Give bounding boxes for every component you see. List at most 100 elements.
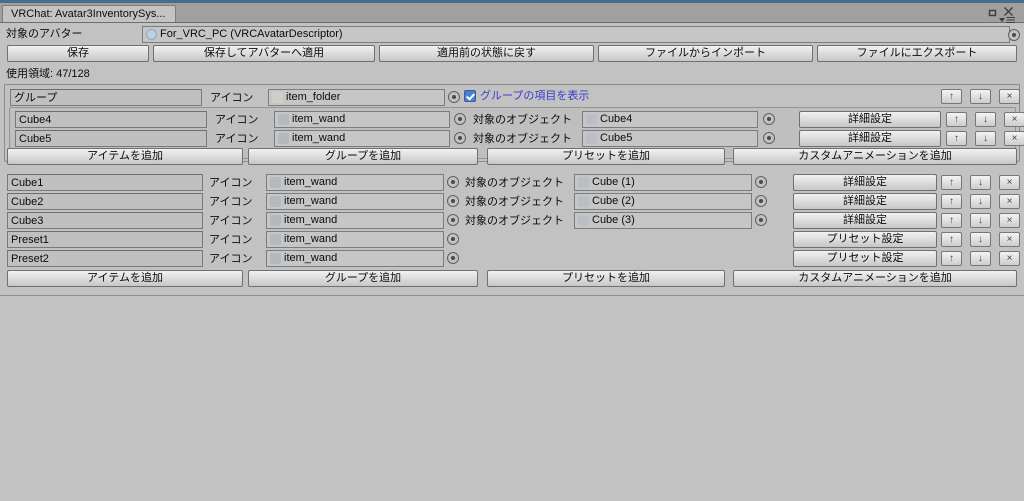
item-icon-label: アイコン bbox=[215, 114, 259, 126]
item-icon-picker[interactable] bbox=[454, 132, 466, 144]
export-to-file-button[interactable]: ファイルにエクスポート bbox=[817, 45, 1017, 62]
row-remove-button[interactable]: × bbox=[999, 194, 1020, 209]
show-group-items-checkbox[interactable] bbox=[464, 90, 476, 102]
item-icon-field[interactable]: item_wand bbox=[274, 130, 450, 147]
group-add-custom-animation-button[interactable]: カスタムアニメーションを追加 bbox=[733, 148, 1017, 165]
group-remove-button[interactable]: × bbox=[999, 89, 1020, 104]
row-move-down-button[interactable]: ↓ bbox=[970, 194, 991, 209]
row-name-field[interactable]: Cube3 bbox=[7, 212, 203, 229]
item-icon-picker[interactable] bbox=[454, 113, 466, 125]
item-remove-button[interactable]: × bbox=[1004, 112, 1024, 127]
row-detail-settings-button[interactable]: 詳細設定 bbox=[793, 193, 937, 210]
item-move-down-button[interactable]: ↓ bbox=[975, 131, 996, 146]
item-name-field[interactable]: Cube5 bbox=[15, 130, 207, 147]
row-move-up-button[interactable]: ↑ bbox=[941, 251, 962, 266]
row-name-field[interactable]: Cube1 bbox=[7, 174, 203, 191]
show-group-items-label: グループの項目を表示 bbox=[480, 90, 590, 102]
root-add-custom-animation-button[interactable]: カスタムアニメーションを追加 bbox=[733, 270, 1017, 287]
wand-sprite-icon bbox=[270, 234, 281, 245]
item-target-picker[interactable] bbox=[763, 132, 775, 144]
item-target-label: 対象のオブジェクト bbox=[473, 133, 572, 145]
import-from-file-button[interactable]: ファイルからインポート bbox=[598, 45, 813, 62]
group-add-group-button[interactable]: グループを追加 bbox=[248, 148, 478, 165]
gameobject-icon bbox=[586, 114, 597, 125]
avatar-object-field[interactable]: For_VRC_PC (VRCAvatarDescriptor) bbox=[142, 26, 1010, 43]
gameobject-icon bbox=[578, 196, 589, 207]
row-move-up-button[interactable]: ↑ bbox=[941, 175, 962, 190]
row-name-field[interactable]: Cube2 bbox=[7, 193, 203, 210]
row-move-up-button[interactable]: ↑ bbox=[941, 232, 962, 247]
row-icon-field[interactable]: item_wand bbox=[266, 250, 444, 267]
item-remove-button[interactable]: × bbox=[1004, 131, 1024, 146]
row-icon-picker[interactable] bbox=[447, 176, 459, 188]
row-remove-button[interactable]: × bbox=[999, 213, 1020, 228]
group-move-up-button[interactable]: ↑ bbox=[941, 89, 962, 104]
avatar-object-picker[interactable] bbox=[1008, 29, 1020, 41]
item-icon-field[interactable]: item_wand bbox=[274, 111, 450, 128]
row-remove-button[interactable]: × bbox=[999, 251, 1020, 266]
group-icon-label: アイコン bbox=[210, 92, 254, 104]
row-icon-label: アイコン bbox=[209, 196, 253, 208]
root-add-group-button[interactable]: グループを追加 bbox=[248, 270, 478, 287]
item-target-picker[interactable] bbox=[763, 113, 775, 125]
row-target-picker[interactable] bbox=[755, 195, 767, 207]
item-target-field[interactable]: Cube5 bbox=[582, 130, 758, 147]
row-icon-field[interactable]: item_wand bbox=[266, 212, 444, 229]
row-detail-settings-button[interactable]: 詳細設定 bbox=[793, 212, 937, 229]
revert-button[interactable]: 適用前の状態に戻す bbox=[379, 45, 594, 62]
group-icon-field[interactable]: item_folder bbox=[268, 89, 445, 106]
row-icon-picker[interactable] bbox=[447, 252, 459, 264]
row-name-field[interactable]: Preset2 bbox=[7, 250, 203, 267]
item-move-up-button[interactable]: ↑ bbox=[946, 112, 967, 127]
row-icon-value: item_wand bbox=[284, 176, 338, 188]
save-button[interactable]: 保存 bbox=[7, 45, 149, 62]
row-target-field[interactable]: Cube (2) bbox=[574, 193, 752, 210]
item-move-up-button[interactable]: ↑ bbox=[946, 131, 967, 146]
row-move-up-button[interactable]: ↑ bbox=[941, 213, 962, 228]
row-icon-picker[interactable] bbox=[447, 195, 459, 207]
row-preset-settings-button[interactable]: プリセット設定 bbox=[793, 250, 937, 267]
row-target-picker[interactable] bbox=[755, 214, 767, 226]
root-add-preset-button[interactable]: プリセットを追加 bbox=[487, 270, 725, 287]
group-icon-picker[interactable] bbox=[448, 91, 460, 103]
maximize-icon[interactable] bbox=[987, 7, 998, 18]
group-move-down-button[interactable]: ↓ bbox=[970, 89, 991, 104]
item-icon-value: item_wand bbox=[292, 113, 346, 125]
group-add-preset-button[interactable]: プリセットを追加 bbox=[487, 148, 725, 165]
save-and-apply-button[interactable]: 保存してアバターへ適用 bbox=[153, 45, 375, 62]
row-icon-picker[interactable] bbox=[447, 233, 459, 245]
row-detail-settings-button[interactable]: 詳細設定 bbox=[793, 174, 937, 191]
row-move-down-button[interactable]: ↓ bbox=[970, 232, 991, 247]
row-move-down-button[interactable]: ↓ bbox=[970, 251, 991, 266]
row-move-up-button[interactable]: ↑ bbox=[941, 194, 962, 209]
row-icon-field[interactable]: item_wand bbox=[266, 193, 444, 210]
row-icon-field[interactable]: item_wand bbox=[266, 174, 444, 191]
row-icon-field[interactable]: item_wand bbox=[266, 231, 444, 248]
row-move-down-button[interactable]: ↓ bbox=[970, 213, 991, 228]
row-icon-value: item_wand bbox=[284, 233, 338, 245]
tab-avatar3inventorysystem[interactable]: VRChat: Avatar3InventorySys... bbox=[2, 5, 177, 22]
row-move-down-button[interactable]: ↓ bbox=[970, 175, 991, 190]
row-target-field[interactable]: Cube (3) bbox=[574, 212, 752, 229]
row-name-field[interactable]: Preset1 bbox=[7, 231, 203, 248]
item-name-field[interactable]: Cube4 bbox=[15, 111, 207, 128]
root-add-item-button[interactable]: アイテムを追加 bbox=[7, 270, 243, 287]
row-preset-settings-button[interactable]: プリセット設定 bbox=[793, 231, 937, 248]
item-move-down-button[interactable]: ↓ bbox=[975, 112, 996, 127]
wand-sprite-icon bbox=[270, 196, 281, 207]
row-remove-button[interactable]: × bbox=[999, 232, 1020, 247]
content-bottom-divider bbox=[0, 295, 1024, 296]
group-add-item-button[interactable]: アイテムを追加 bbox=[7, 148, 243, 165]
item-detail-settings-button[interactable]: 詳細設定 bbox=[799, 130, 941, 147]
avatar-label: 対象のアバター bbox=[6, 28, 83, 40]
item-detail-settings-button[interactable]: 詳細設定 bbox=[799, 111, 941, 128]
row-target-field[interactable]: Cube (1) bbox=[574, 174, 752, 191]
wand-sprite-icon bbox=[270, 177, 281, 188]
group-name-field[interactable]: グループ bbox=[10, 89, 202, 106]
row-icon-label: アイコン bbox=[209, 234, 253, 246]
avatar-object-value: For_VRC_PC (VRCAvatarDescriptor) bbox=[160, 28, 343, 40]
row-target-picker[interactable] bbox=[755, 176, 767, 188]
item-target-field[interactable]: Cube4 bbox=[582, 111, 758, 128]
row-remove-button[interactable]: × bbox=[999, 175, 1020, 190]
row-icon-picker[interactable] bbox=[447, 214, 459, 226]
